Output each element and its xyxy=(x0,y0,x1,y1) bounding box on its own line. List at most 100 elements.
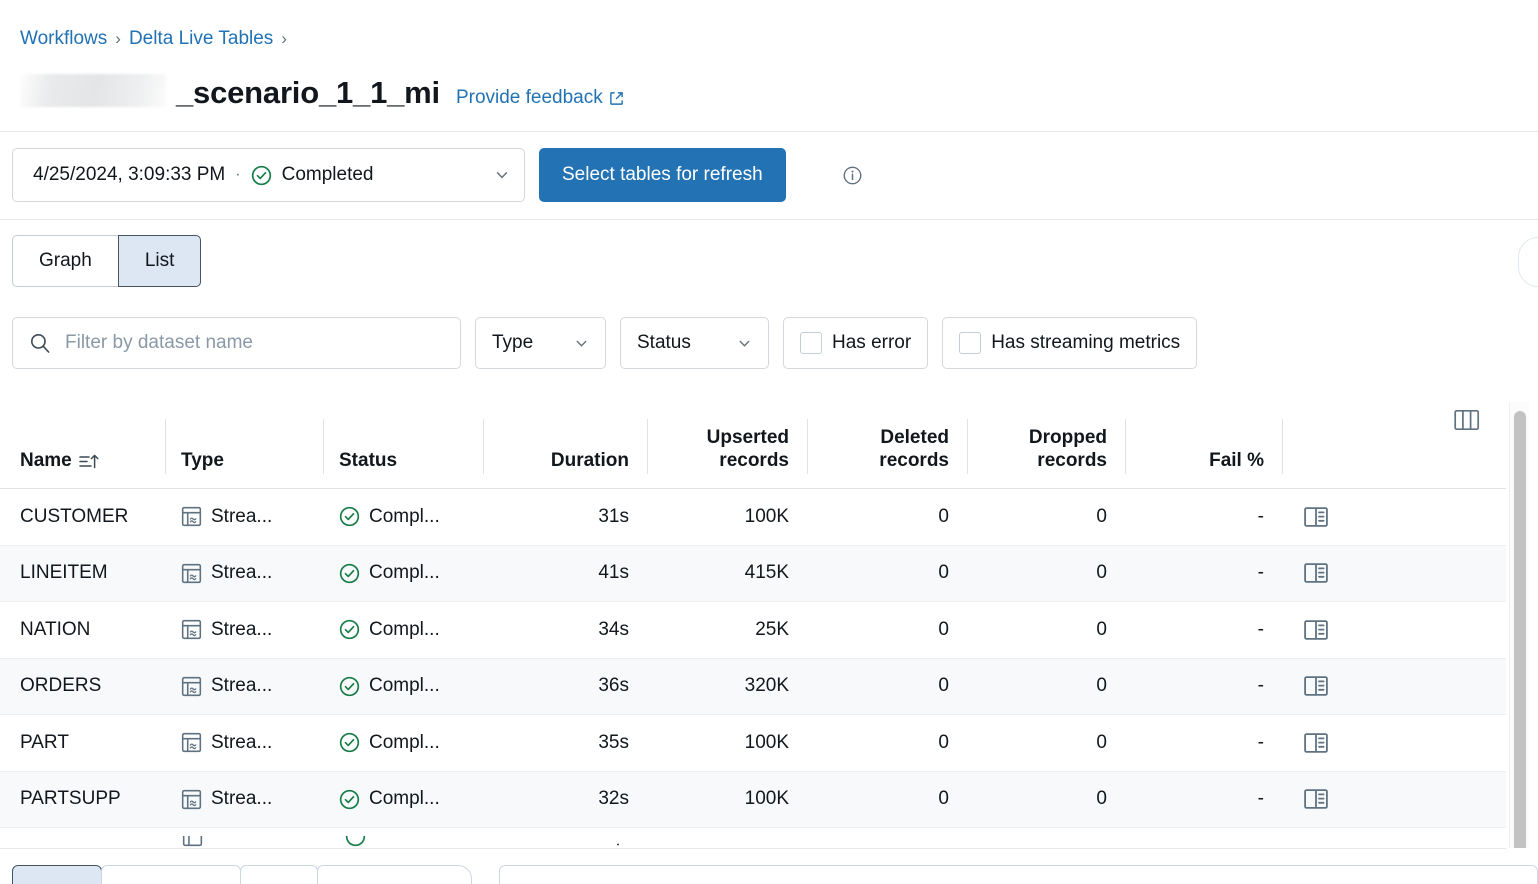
has-streaming-metrics-checkbox[interactable] xyxy=(959,332,981,354)
column-divider xyxy=(1282,419,1283,474)
breadcrumb-item-workflows[interactable]: Workflows xyxy=(20,28,107,50)
column-header-fail-percent[interactable]: Fail % xyxy=(1125,399,1282,488)
dataset-name: PARTSUPP xyxy=(20,788,121,810)
search-input[interactable] xyxy=(63,331,444,355)
breadcrumb-separator-icon: › xyxy=(115,29,121,49)
column-header-upserted-line1: Upserted xyxy=(707,427,789,448)
provide-feedback-link[interactable]: Provide feedback xyxy=(456,87,624,109)
bottom-tab-3[interactable] xyxy=(240,865,318,884)
cell-actions xyxy=(1282,772,1506,828)
run-status-label: Completed xyxy=(282,164,374,186)
column-header-dropped-records[interactable]: Dropped records xyxy=(967,399,1125,488)
details-panel-icon[interactable] xyxy=(1304,789,1328,809)
column-header-type[interactable]: Type xyxy=(165,399,323,488)
run-selector-dropdown[interactable]: 4/25/2024, 3:09:33 PM · Completed xyxy=(12,148,525,202)
column-header-deleted-records[interactable]: Deleted records xyxy=(807,399,967,488)
dataset-status: Compl... xyxy=(369,788,440,810)
cell-type: Strea... xyxy=(165,659,323,715)
datasets-table: Name Type Status Duration xyxy=(0,399,1506,828)
scrollbar-thumb[interactable] xyxy=(1514,411,1526,866)
details-panel-icon[interactable] xyxy=(1304,620,1328,640)
details-panel-icon[interactable] xyxy=(1304,507,1328,527)
column-header-status[interactable]: Status xyxy=(323,399,483,488)
dataset-deleted-records: 0 xyxy=(938,675,949,697)
type-filter-dropdown[interactable]: Type xyxy=(475,317,606,369)
select-tables-for-refresh-button[interactable]: Select tables for refresh xyxy=(539,148,786,202)
check-circle-icon xyxy=(339,732,360,753)
dataset-upserted-records: 100K xyxy=(745,506,789,528)
status-filter-dropdown[interactable]: Status xyxy=(620,317,769,369)
column-header-upserted-records[interactable]: Upserted records xyxy=(647,399,807,488)
bottom-tab-2[interactable] xyxy=(101,865,241,884)
columns-icon[interactable] xyxy=(1454,409,1480,431)
table-row[interactable]: PART Strea... Compl...35s100K00- xyxy=(0,715,1506,772)
details-panel-icon[interactable] xyxy=(1304,733,1328,753)
cell-deleted-records: 0 xyxy=(807,772,967,828)
has-error-checkbox[interactable] xyxy=(800,332,822,354)
run-separator: · xyxy=(235,166,240,184)
cell-status: Compl... xyxy=(323,659,483,715)
chevron-down-icon xyxy=(737,336,752,351)
cell-fail-percent: - xyxy=(1125,602,1282,658)
offscreen-control-partial[interactable] xyxy=(1518,237,1538,287)
details-panel-icon[interactable] xyxy=(1304,563,1328,583)
filter-bar: Type Status Has error Has streaming metr… xyxy=(12,317,1197,369)
page-title-row: _scenario_1_1_mi Provide feedback xyxy=(20,70,624,111)
info-circle-icon[interactable] xyxy=(843,166,862,185)
dataset-status: Compl... xyxy=(369,732,440,754)
has-error-checkbox-wrapper[interactable]: Has error xyxy=(783,317,928,369)
dataset-name: ORDERS xyxy=(20,675,101,697)
sort-ascending-icon xyxy=(79,453,99,470)
cell-duration: 36s xyxy=(483,659,647,715)
dataset-duration: 41s xyxy=(598,562,629,584)
dataset-name: LINEITEM xyxy=(20,562,108,584)
cell-duration: 41s xyxy=(483,546,647,602)
table-row[interactable]: NATION Strea... Compl...34s25K00- xyxy=(0,602,1506,659)
table-row[interactable]: PARTSUPP Strea... Compl...32s100K00- xyxy=(0,772,1506,829)
breadcrumb-separator-icon: › xyxy=(281,29,287,49)
table-vertical-scrollbar[interactable] xyxy=(1509,402,1529,884)
bottom-detail-panel[interactable] xyxy=(499,865,1538,884)
column-header-type-label: Type xyxy=(181,450,224,472)
dataset-duration: 32s xyxy=(598,788,629,810)
dataset-type: Strea... xyxy=(211,732,272,754)
cell-fail-percent: - xyxy=(1125,659,1282,715)
cell-type: Strea... xyxy=(165,489,323,545)
column-header-name[interactable]: Name xyxy=(0,399,165,488)
status-filter-label: Status xyxy=(637,332,691,354)
table-row-partial[interactable] xyxy=(0,836,1506,848)
dataset-type: Strea... xyxy=(211,506,272,528)
check-circle-icon xyxy=(339,676,360,697)
has-streaming-metrics-checkbox-wrapper[interactable]: Has streaming metrics xyxy=(942,317,1197,369)
details-panel-icon[interactable] xyxy=(1304,676,1328,696)
cell-upserted-records: 100K xyxy=(647,772,807,828)
cell-duration: 32s xyxy=(483,772,647,828)
search-field-wrapper[interactable] xyxy=(12,317,461,369)
cell-fail-percent: - xyxy=(1125,489,1282,545)
cell-deleted-records: 0 xyxy=(807,602,967,658)
dataset-upserted-records: 100K xyxy=(745,788,789,810)
streaming-table-icon xyxy=(181,506,202,527)
table-body: CUSTOMER Strea... Compl...31s100K00- LIN… xyxy=(0,489,1506,828)
tab-graph[interactable]: Graph xyxy=(12,235,118,287)
table-row[interactable]: CUSTOMER Strea... Compl...31s100K00- xyxy=(0,489,1506,546)
dataset-duration: 36s xyxy=(598,675,629,697)
cell-dropped-records: 0 xyxy=(967,602,1125,658)
dataset-status: Compl... xyxy=(369,562,440,584)
dataset-dropped-records: 0 xyxy=(1096,675,1107,697)
bottom-tab-4[interactable] xyxy=(317,865,472,884)
table-row[interactable]: LINEITEM Strea... Compl...41s415K00- xyxy=(0,546,1506,603)
bottom-tab-1[interactable] xyxy=(12,865,102,884)
column-header-duration[interactable]: Duration xyxy=(483,399,647,488)
dataset-deleted-records: 0 xyxy=(938,562,949,584)
duration-text-partial xyxy=(598,836,638,847)
cell-status: Compl... xyxy=(323,715,483,771)
dataset-deleted-records: 0 xyxy=(938,788,949,810)
tab-list[interactable]: List xyxy=(118,235,202,287)
table-row[interactable]: ORDERS Strea... Compl...36s320K00- xyxy=(0,659,1506,716)
cell-name: LINEITEM xyxy=(0,546,165,602)
dataset-upserted-records: 100K xyxy=(745,732,789,754)
dataset-fail-percent: - xyxy=(1258,732,1264,754)
breadcrumb-item-delta-live-tables[interactable]: Delta Live Tables xyxy=(129,28,273,50)
column-divider xyxy=(807,419,808,474)
